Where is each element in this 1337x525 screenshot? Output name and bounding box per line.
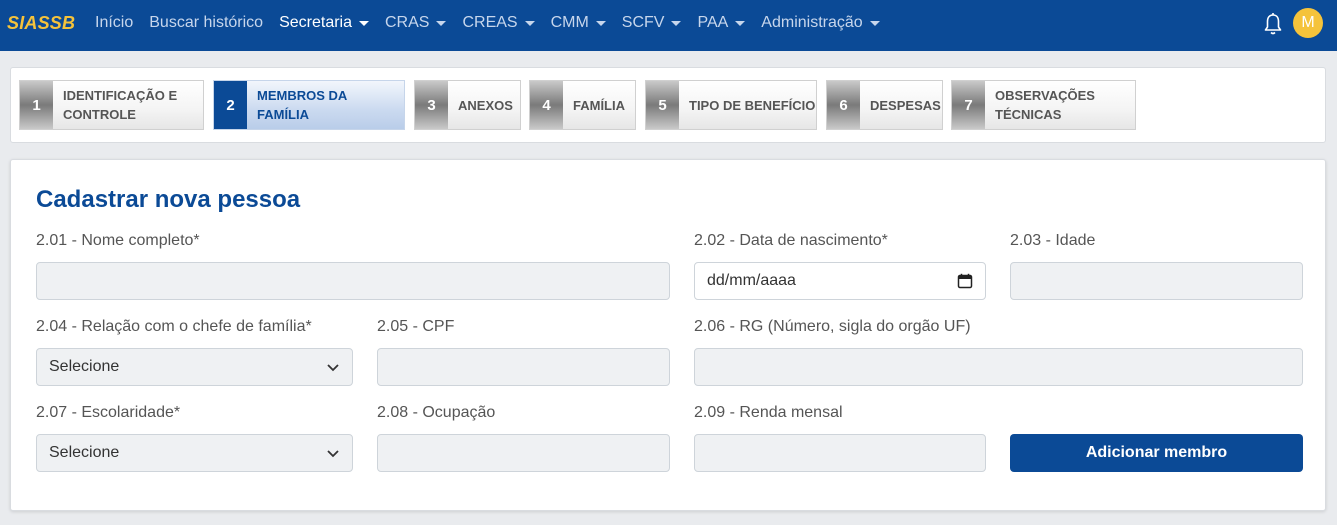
step-familia[interactable]: 4 FAMÍLIA (529, 80, 636, 130)
step-tipo-de-beneficio[interactable]: 5 TIPO DE BENEFÍCIO (645, 80, 817, 130)
step-label: OBSERVAÇÕES TÉCNICAS (995, 88, 1095, 122)
nav-item-label: Secretaria (279, 14, 352, 31)
cpf-label: 2.05 - CPF (377, 318, 455, 335)
calendar-icon[interactable] (957, 273, 973, 289)
renda-label: 2.09 - Renda mensal (694, 404, 843, 421)
nav-item-buscar-historico[interactable]: Buscar histórico (149, 14, 263, 32)
nav-item-label: CREAS (462, 14, 518, 31)
step-number: 3 (415, 81, 448, 129)
nascimento-label: 2.02 - Data de nascimento* (694, 232, 888, 249)
caret-down-icon (735, 20, 746, 26)
nav-item-label: CRAS (385, 14, 430, 31)
data-nascimento-input[interactable]: dd/mm/aaaa (694, 262, 986, 300)
escolaridade-selected-value: Selecione (49, 444, 120, 461)
step-number: 7 (952, 81, 985, 129)
nav-item-label: CMM (550, 14, 589, 31)
step-number: 6 (827, 81, 860, 129)
bell-icon[interactable] (1263, 12, 1283, 36)
nav-item-creas[interactable]: CREAS (462, 14, 535, 32)
adicionar-membro-button[interactable]: Adicionar membro (1010, 434, 1303, 472)
user-avatar[interactable]: M (1293, 8, 1323, 38)
step-number: 4 (530, 81, 563, 129)
new-person-form: Cadastrar nova pessoa 2.01 - Nome comple… (10, 159, 1326, 511)
nav-item-label: Buscar histórico (149, 14, 264, 31)
step-label: TIPO DE BENEFÍCIO (689, 97, 816, 113)
nav-item-cmm[interactable]: CMM (551, 14, 606, 32)
nav-item-paa[interactable]: PAA (697, 14, 746, 32)
chevron-down-icon (327, 364, 339, 372)
nav-item-cras[interactable]: CRAS (385, 14, 447, 32)
form-title: Cadastrar nova pessoa (36, 186, 301, 213)
nav-item-label: SCFV (621, 14, 665, 31)
nav-menu: Início Buscar histórico Secretaria CRAS … (95, 14, 896, 32)
chevron-down-icon (327, 450, 339, 458)
step-despesas[interactable]: 6 DESPESAS (826, 80, 943, 130)
nav-item-secretaria[interactable]: Secretaria (279, 14, 369, 32)
relacao-chefe-select[interactable]: Selecione (36, 348, 353, 386)
nome-label: 2.01 - Nome completo* (36, 232, 200, 249)
nav-item-label: Administração (761, 14, 863, 31)
step-identificacao[interactable]: 1 IDENTIFICAÇÃO E CONTROLE (19, 80, 204, 130)
brand-logo[interactable]: SIASSB (7, 13, 75, 34)
nome-completo-input[interactable] (36, 262, 670, 300)
renda-mensal-input[interactable] (694, 434, 986, 472)
escolaridade-select[interactable]: Selecione (36, 434, 353, 472)
step-label: DESPESAS (870, 97, 941, 113)
rg-input[interactable] (694, 348, 1303, 386)
nav-item-label: PAA (697, 14, 729, 31)
step-label: FAMÍLIA (573, 97, 625, 113)
nav-item-administracao[interactable]: Administração (761, 14, 880, 32)
caret-down-icon (359, 20, 369, 26)
idade-input[interactable] (1010, 262, 1303, 300)
relacao-label: 2.04 - Relação com o chefe de família* (36, 318, 312, 335)
top-navbar: SIASSB Início Buscar histórico Secretari… (0, 0, 1337, 51)
wizard-steps: 1 IDENTIFICAÇÃO E CONTROLE 2 MEMBROS DA FA… (10, 67, 1326, 143)
caret-down-icon (671, 20, 682, 26)
relacao-selected-value: Selecione (49, 358, 120, 375)
ocupacao-label: 2.08 - Ocupação (377, 404, 496, 421)
nav-item-label: Início (95, 14, 134, 31)
escolaridade-label: 2.07 - Escolaridade* (36, 404, 181, 421)
step-observacoes-tecnicas[interactable]: 7 OBSERVAÇÕES TÉCNICAS (951, 80, 1136, 130)
nav-item-scfv[interactable]: SCFV (622, 14, 682, 32)
step-number: 5 (646, 81, 679, 129)
ocupacao-input[interactable] (377, 434, 670, 472)
step-anexos[interactable]: 3 ANEXOS (414, 80, 521, 130)
cpf-input[interactable] (377, 348, 670, 386)
step-number: 1 (20, 81, 53, 129)
caret-down-icon (436, 20, 447, 26)
nav-item-inicio[interactable]: Início (95, 14, 133, 32)
step-label: MEMBROS DA FAMÍLIA (257, 88, 348, 122)
caret-down-icon (524, 20, 535, 26)
step-number: 2 (214, 81, 247, 129)
step-label: ANEXOS (458, 97, 513, 113)
step-label: IDENTIFICAÇÃO E CONTROLE (63, 88, 178, 122)
step-membros-da-familia[interactable]: 2 MEMBROS DA FAMÍLIA (213, 80, 405, 130)
caret-down-icon (595, 20, 606, 26)
idade-label: 2.03 - Idade (1010, 232, 1096, 249)
rg-label: 2.06 - RG (Número, sigla do orgão UF) (694, 318, 971, 335)
date-placeholder: dd/mm/aaaa (707, 272, 796, 289)
caret-down-icon (869, 20, 880, 26)
